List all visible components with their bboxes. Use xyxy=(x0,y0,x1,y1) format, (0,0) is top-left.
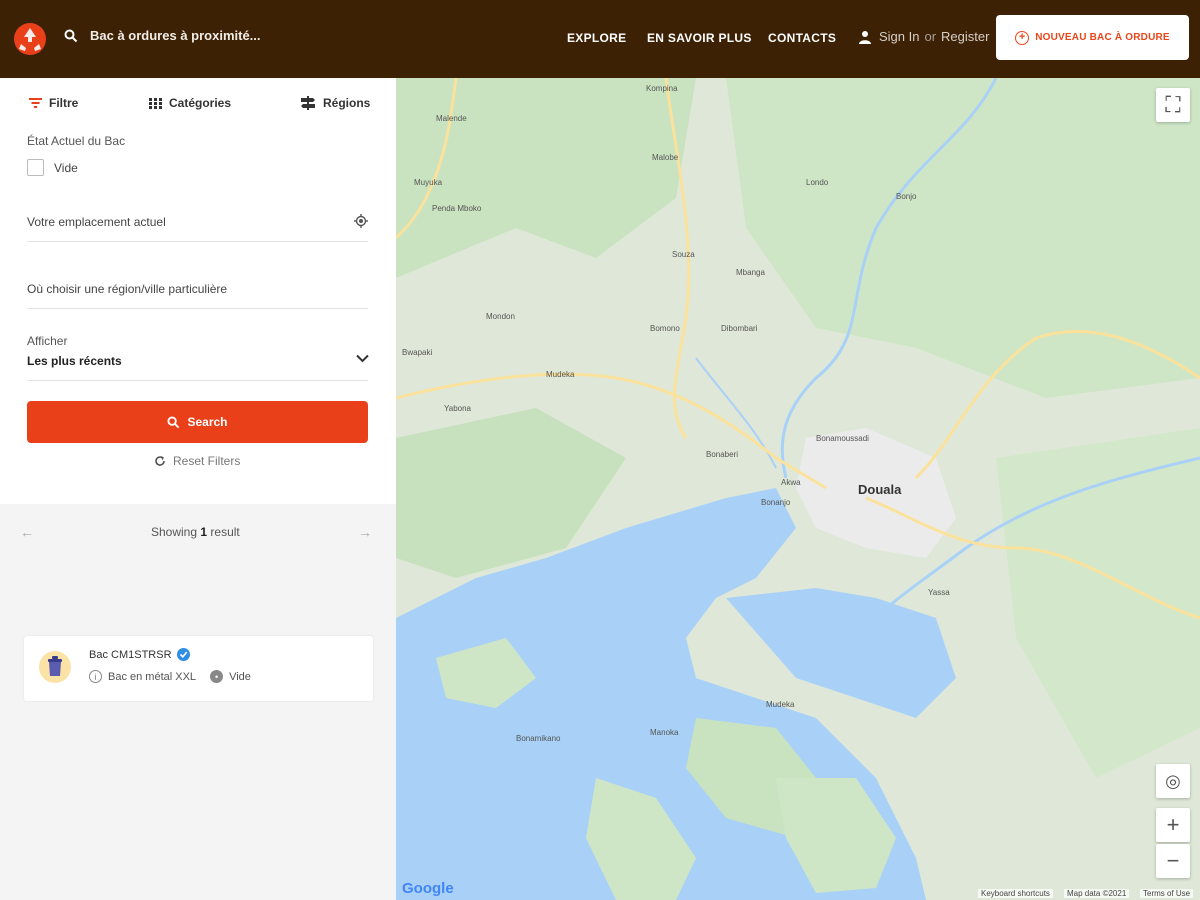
nav-contacts[interactable]: CONTACTS xyxy=(768,31,836,45)
showing-prefix: Showing xyxy=(151,525,198,539)
result-card[interactable]: Bac CM1STRSR i Bac en métal XXL • Vide xyxy=(24,636,373,701)
map-canvas[interactable] xyxy=(396,78,1200,900)
tab-categories[interactable]: Catégories xyxy=(149,96,231,110)
google-logo: Google xyxy=(402,880,454,897)
result-title-text: Bac CM1STRSR xyxy=(89,648,172,661)
zoom-in-button[interactable]: + xyxy=(1156,808,1190,842)
filter-sidebar: Filtre Catégories Régions État Actuel du… xyxy=(0,78,396,900)
tab-filtre[interactable]: Filtre xyxy=(29,96,78,110)
map-view[interactable]: Kompina Bonaberi Douala Souza Dibombari … xyxy=(396,78,1200,900)
search-button[interactable]: Search xyxy=(27,401,368,443)
filter-icon xyxy=(29,98,42,108)
region-city-label: Où choisir une région/ville particulière xyxy=(27,282,228,296)
trash-bin-icon xyxy=(39,651,71,683)
result-number: 1 xyxy=(200,525,208,539)
search-placeholder[interactable]: Bac à ordures à proximité... xyxy=(90,28,261,43)
sort-underline xyxy=(27,380,368,381)
top-header: Bac à ordures à proximité... EXPLORE EN … xyxy=(0,0,1200,78)
map-label: Kompina xyxy=(646,84,678,93)
result-meta: i Bac en métal XXL • Vide xyxy=(89,670,251,683)
bin-state-label: État Actuel du Bac xyxy=(27,134,126,148)
map-label: Yassa xyxy=(928,588,950,597)
register-link[interactable]: Register xyxy=(941,29,989,44)
map-label: Manoka xyxy=(650,728,679,737)
map-label: Mbanga xyxy=(736,268,765,277)
map-label: Malobe xyxy=(652,153,679,162)
info-icon: i xyxy=(89,670,102,683)
sort-select[interactable]: Les plus récents xyxy=(27,354,122,368)
sign-in-link[interactable]: Sign In xyxy=(879,29,919,44)
map-label: Akwa xyxy=(781,478,801,487)
locate-me-icon[interactable]: ◎ xyxy=(1156,764,1190,798)
map-data-attribution: Map data ©2021 xyxy=(1064,889,1130,898)
map-label: Bonamoussadi xyxy=(816,434,869,443)
showing-suffix: result xyxy=(210,525,240,539)
keyboard-shortcuts-link[interactable]: Keyboard shortcuts xyxy=(978,889,1053,898)
map-label: Bwapaki xyxy=(402,348,433,357)
arrow-right-icon[interactable]: → xyxy=(358,524,372,540)
user-icon xyxy=(859,30,871,44)
or-text: or xyxy=(924,29,937,44)
verified-badge-icon xyxy=(176,648,190,661)
reset-filters-link[interactable]: Reset Filters xyxy=(154,454,240,468)
terms-of-use-link[interactable]: Terms of Use xyxy=(1140,889,1194,898)
chevron-down-icon[interactable] xyxy=(356,354,369,363)
vide-checkbox-label: Vide xyxy=(54,160,78,175)
new-bin-label: NOUVEAU BAC À ORDURE xyxy=(1035,32,1170,43)
refresh-icon xyxy=(155,456,165,466)
search-button-label: Search xyxy=(187,415,228,429)
map-label: Mudeka xyxy=(766,700,795,709)
google-logo-text: Google xyxy=(402,880,454,897)
map-label: Bonjo xyxy=(896,192,917,201)
map-label: Bonanjo xyxy=(761,498,791,507)
map-label: Dibombari xyxy=(721,324,758,333)
zoom-out-button[interactable]: − xyxy=(1156,844,1190,878)
map-city-label: Douala xyxy=(858,482,902,497)
nav-en-savoir-plus[interactable]: EN SAVOIR PLUS xyxy=(647,31,752,45)
tab-filtre-label: Filtre xyxy=(49,96,79,110)
map-label: Malende xyxy=(436,114,467,123)
reset-filters-label: Reset Filters xyxy=(173,454,241,468)
sort-label: Afficher xyxy=(27,334,68,348)
map-label: Bomono xyxy=(650,324,680,333)
recycle-logo-icon[interactable] xyxy=(12,22,48,56)
map-label: Muyuka xyxy=(414,178,443,187)
map-label: Mudeka xyxy=(546,370,575,379)
results-panel: ← Showing 1 result → Bac CM1STRSR i Bac … xyxy=(0,504,396,900)
tab-categories-label: Catégories xyxy=(169,96,232,110)
current-location-field[interactable]: Votre emplacement actuel xyxy=(27,208,368,242)
plus-circle-icon: + xyxy=(1015,30,1030,45)
header-search[interactable]: Bac à ordures à proximité... xyxy=(64,28,261,43)
new-bin-button[interactable]: + NOUVEAU BAC À ORDURE xyxy=(996,15,1189,60)
grid-icon xyxy=(149,97,162,109)
map-label: Yabona xyxy=(444,404,471,413)
signpost-icon xyxy=(301,96,315,110)
search-icon xyxy=(167,415,180,428)
fullscreen-icon[interactable]: ⛶ xyxy=(1156,88,1190,122)
results-count: Showing 1 result xyxy=(151,525,240,539)
map-label: Bonaberi xyxy=(706,450,739,459)
vide-checkbox[interactable] xyxy=(27,159,44,176)
result-type: Bac en métal XXL xyxy=(108,670,197,683)
map-label: Penda Mboko xyxy=(432,204,482,213)
result-title[interactable]: Bac CM1STRSR xyxy=(89,648,190,661)
tab-regions-label: Régions xyxy=(323,96,371,110)
map-label: Bonamikano xyxy=(516,734,561,743)
crosshair-icon[interactable] xyxy=(354,214,368,228)
auth-links: Sign In or Register xyxy=(858,29,989,44)
result-status: Vide xyxy=(229,670,251,683)
vide-checkbox-row[interactable]: Vide xyxy=(27,159,78,176)
current-location-label: Votre emplacement actuel xyxy=(27,215,166,229)
filter-tabs: Filtre Catégories Régions xyxy=(0,96,396,116)
map-label: Mondon xyxy=(486,312,515,321)
region-city-field[interactable]: Où choisir une région/ville particulière xyxy=(27,275,368,309)
map-label: Souza xyxy=(672,250,695,259)
map-label: Londo xyxy=(806,178,829,187)
arrow-left-icon[interactable]: ← xyxy=(20,524,34,540)
tab-regions[interactable]: Régions xyxy=(300,96,370,110)
nav-explore[interactable]: EXPLORE xyxy=(567,31,626,45)
status-dot-icon: • xyxy=(210,670,224,683)
search-icon xyxy=(64,29,78,42)
